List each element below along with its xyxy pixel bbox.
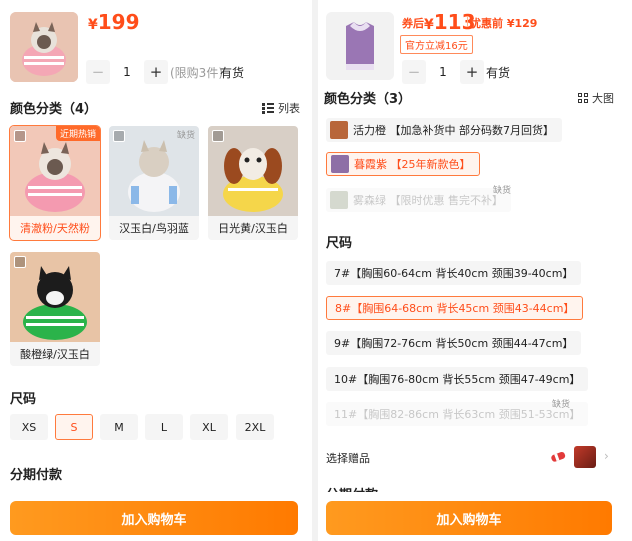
quantity-value[interactable]: 1 — [426, 60, 460, 84]
size-option-l[interactable]: L — [145, 414, 183, 440]
size-option-2xl[interactable]: 2XL — [236, 414, 274, 440]
color-option-label: 日光黄/汉玉白 — [208, 216, 298, 240]
list-icon — [262, 102, 274, 114]
gift-box-icon — [574, 446, 596, 468]
purple-shirt-icon — [326, 12, 394, 80]
increase-button[interactable]: + — [460, 60, 484, 84]
color-option-label: 汉玉白/鸟羽蓝 — [109, 216, 199, 240]
gift-item-icon — [551, 451, 566, 462]
hot-badge: 近期热销 — [55, 126, 100, 141]
size-section-title: 尺码 — [10, 392, 37, 407]
color-option[interactable]: 日光黄/汉玉白 — [208, 126, 298, 240]
green-swatch-icon — [330, 191, 348, 209]
product-thumbnail[interactable] — [10, 12, 78, 82]
gift-selector-label[interactable]: 选择赠品 — [326, 450, 370, 466]
grid-view-toggle[interactable]: 大图 — [578, 90, 614, 106]
quantity-stepper: − 1 + — [402, 60, 484, 84]
quantity-stepper: − 1 + — [86, 60, 168, 84]
size-option-7[interactable]: 7#【胸围60-64cm 背长40cm 颈围39-40cm】 — [326, 261, 582, 285]
size-section-title: 尺码 — [326, 236, 353, 251]
add-to-cart-button[interactable]: 加入购物车 — [326, 501, 612, 535]
zoom-icon[interactable] — [212, 130, 224, 142]
zoom-icon[interactable] — [113, 130, 125, 142]
price-separator — [467, 16, 468, 27]
list-view-toggle[interactable]: 列表 — [262, 100, 300, 116]
panel-divider — [312, 0, 318, 541]
view-toggle-label: 大图 — [592, 92, 614, 105]
color-option-orange[interactable]: 活力橙 【加急补货中 部分码数7月回货】 — [326, 118, 562, 142]
size-option-8[interactable]: 8#【胸围64-68cm 背长45cm 颈围43-44cm】 — [326, 296, 584, 320]
color-section-title: 颜色分类（3） — [324, 92, 412, 107]
zoom-icon[interactable] — [14, 256, 26, 268]
out-of-stock-badge: 缺货 — [493, 186, 512, 196]
product-thumbnail[interactable] — [326, 12, 394, 80]
color-option[interactable]: 酸橙绿/汉玉白 — [10, 252, 100, 366]
add-to-cart-button[interactable]: 加入购物车 — [10, 501, 298, 535]
size-option-m[interactable]: M — [100, 414, 138, 440]
orange-swatch-icon — [330, 121, 348, 139]
left-sku-panel: ¥199 − 1 + (限购3件) 有货 颜色分类（4） 列表 近期热销 清澈粉… — [0, 0, 310, 541]
size-option-s[interactable]: S — [55, 414, 93, 440]
size-option-xs[interactable]: XS — [10, 414, 48, 440]
color-option-label: 清澈粉/天然粉 — [10, 216, 100, 240]
price: ¥199 — [88, 10, 140, 34]
color-option-label: 暮霞紫 【25年新款色】 — [354, 158, 471, 171]
chevron-right-icon[interactable]: › — [604, 449, 609, 463]
size-option-xl[interactable]: XL — [190, 414, 228, 440]
quantity-value[interactable]: 1 — [110, 60, 144, 84]
increase-button[interactable]: + — [144, 60, 168, 84]
color-option[interactable]: 近期热销 清澈粉/天然粉 — [9, 125, 101, 241]
out-of-stock-badge: 缺货 — [176, 131, 195, 141]
installment-title: 分期付款 — [10, 468, 63, 483]
decrease-button[interactable]: − — [86, 60, 110, 84]
stock-status: 有货 — [486, 66, 511, 80]
installment-title: 分期付款 — [326, 484, 378, 492]
color-option-purple[interactable]: 暮霞紫 【25年新款色】 — [326, 152, 480, 176]
color-option-label: 活力橙 【加急补货中 部分码数7月回货】 — [353, 124, 554, 137]
purple-swatch-icon — [331, 155, 349, 173]
out-of-stock-badge: 缺货 — [552, 400, 571, 410]
coupon-badge: 官方立减16元 — [400, 35, 473, 54]
color-section-title: 颜色分类（4） — [10, 102, 98, 117]
original-price: 优惠前 ¥129 — [470, 17, 538, 30]
purchase-limit: (限购3件) — [170, 66, 223, 80]
grid-icon — [578, 92, 589, 104]
decrease-button[interactable]: − — [402, 60, 426, 84]
size-option-10[interactable]: 10#【胸围76-80cm 背长55cm 颈围47-49cm】 — [326, 367, 589, 391]
color-option-green[interactable]: 雾森绿 【限时优惠 售完不补】 — [326, 188, 511, 212]
color-option[interactable]: 缺货 汉玉白/鸟羽蓝 — [109, 126, 199, 240]
color-option-label: 雾森绿 【限时优惠 售完不补】 — [353, 194, 503, 207]
cat-photo-icon — [10, 12, 78, 82]
view-toggle-label: 列表 — [278, 102, 300, 115]
zoom-icon[interactable] — [14, 130, 26, 142]
coupon-price-label: 券后 — [402, 17, 424, 30]
color-option-label: 酸橙绿/汉玉白 — [10, 342, 100, 366]
stock-status: 有货 — [220, 66, 245, 80]
size-option-9[interactable]: 9#【胸围72-76cm 背长50cm 颈围44-47cm】 — [326, 331, 582, 355]
right-sku-panel: 券后 ¥113 优惠前 ¥129 官方立减16元 − 1 + 有货 颜色分类（3… — [320, 0, 630, 541]
size-option-11[interactable]: 11#【胸围82-86cm 背长63cm 颈围51-53cm】 — [326, 402, 589, 426]
